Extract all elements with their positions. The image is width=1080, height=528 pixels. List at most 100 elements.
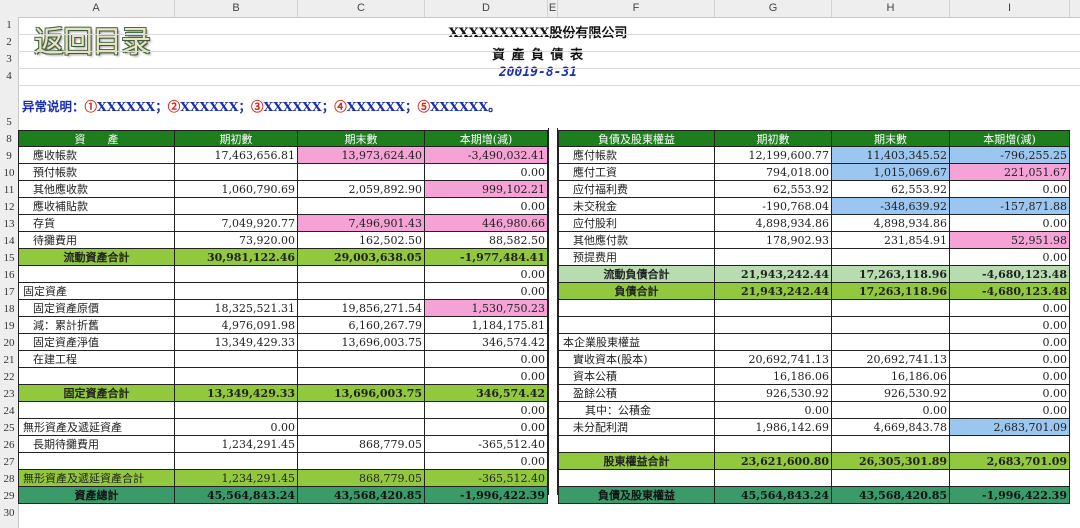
row-header-25[interactable]: 25	[0, 420, 18, 437]
right-row-1-value-3[interactable]: 221,051.67	[950, 164, 1070, 181]
right-row-20-label[interactable]: 負債及股東權益	[558, 487, 715, 504]
right-row-20-value-2[interactable]: 43,568,420.85	[832, 487, 950, 504]
left-row-1-value-3[interactable]: 0.00	[425, 164, 548, 181]
left-row-8-value-1[interactable]	[175, 283, 298, 300]
left-row-9-label[interactable]: 固定資產原價	[18, 300, 175, 317]
right-row-6-label[interactable]: 预提费用	[558, 249, 715, 266]
column-header-H[interactable]: H	[832, 0, 950, 17]
left-row-6-label[interactable]: 流動資產合計	[18, 249, 175, 266]
right-row-12-value-2[interactable]: 20,692,741.13	[832, 351, 950, 368]
right-row-15-value-2[interactable]: 0.00	[832, 402, 950, 419]
right-row-2-label[interactable]: 应付福利费	[558, 181, 715, 198]
row-header-4[interactable]: 4	[0, 68, 18, 85]
right-row-18-value-3[interactable]: 2,683,701.09	[950, 453, 1070, 470]
right-row-5-label[interactable]: 其他應付款	[558, 232, 715, 249]
left-row-19-value-3[interactable]: -365,512.40	[425, 470, 548, 487]
left-row-8-value-2[interactable]	[298, 283, 425, 300]
right-row-8-value-2[interactable]: 17,263,118.96	[832, 283, 950, 300]
left-row-6-value-3[interactable]: -1,977,484.41	[425, 249, 548, 266]
right-row-19-value-3[interactable]	[950, 470, 1070, 487]
right-row-16-label[interactable]: 未分配利潤	[558, 419, 715, 436]
back-to-index-link[interactable]: 返回目录	[34, 17, 151, 61]
left-row-0-value-3[interactable]: -3,490,032.41	[425, 147, 548, 164]
left-row-5-label[interactable]: 待攤費用	[18, 232, 175, 249]
left-row-4-label[interactable]: 存貨	[18, 215, 175, 232]
right-row-13-value-3[interactable]: 0.00	[950, 368, 1070, 385]
left-row-16-value-1[interactable]: 0.00	[175, 419, 298, 436]
right-row-11-value-2[interactable]	[832, 334, 950, 351]
row-header-15[interactable]: 15	[0, 250, 18, 267]
right-row-3-value-1[interactable]: -190,768.04	[715, 198, 832, 215]
left-row-9-value-3[interactable]: 1,530,750.23	[425, 300, 548, 317]
left-row-15-value-1[interactable]	[175, 402, 298, 419]
right-row-20-value-3[interactable]: -1,996,422.39	[950, 487, 1070, 504]
row-header-23[interactable]: 23	[0, 386, 18, 403]
right-row-13-value-1[interactable]: 16,186.06	[715, 368, 832, 385]
left-row-7-label[interactable]	[18, 266, 175, 283]
row-header-24[interactable]: 24	[0, 403, 18, 420]
left-row-4-value-2[interactable]: 7,496,901.43	[298, 215, 425, 232]
left-row-0-value-2[interactable]: 13,973,624.40	[298, 147, 425, 164]
left-row-18-value-2[interactable]	[298, 453, 425, 470]
right-row-14-label[interactable]: 盈餘公積	[558, 385, 715, 402]
row-header-1[interactable]: 1	[0, 17, 18, 34]
left-row-12-value-1[interactable]	[175, 351, 298, 368]
right-row-12-label[interactable]: 實收資本(股本)	[558, 351, 715, 368]
right-row-9-value-1[interactable]	[715, 300, 832, 317]
right-row-18-label[interactable]: 股東權益合計	[558, 453, 715, 470]
row-header-2[interactable]: 2	[0, 34, 18, 51]
row-header-17[interactable]: 17	[0, 284, 18, 301]
left-row-6-value-1[interactable]: 30,981,122.46	[175, 249, 298, 266]
row-header-20[interactable]: 20	[0, 335, 18, 352]
right-row-3-value-3[interactable]: -157,871.88	[950, 198, 1070, 215]
right-row-7-label[interactable]: 流動負債合計	[558, 266, 715, 283]
right-row-12-value-1[interactable]: 20,692,741.13	[715, 351, 832, 368]
left-row-20-value-3[interactable]: -1,996,422.39	[425, 487, 548, 504]
row-header-12[interactable]: 12	[0, 199, 18, 216]
right-row-3-label[interactable]: 未交稅金	[558, 198, 715, 215]
row-header-10[interactable]: 10	[0, 165, 18, 182]
right-row-10-label[interactable]	[558, 317, 715, 334]
right-row-6-value-1[interactable]	[715, 249, 832, 266]
column-header-D[interactable]: D	[425, 0, 548, 17]
right-row-0-value-2[interactable]: 11,403,345.52	[832, 147, 950, 164]
row-header-14[interactable]: 14	[0, 233, 18, 250]
left-row-0-value-1[interactable]: 17,463,656.81	[175, 147, 298, 164]
left-row-16-value-2[interactable]	[298, 419, 425, 436]
left-row-1-value-2[interactable]	[298, 164, 425, 181]
left-row-4-value-1[interactable]: 7,049,920.77	[175, 215, 298, 232]
left-row-4-value-3[interactable]: 446,980.66	[425, 215, 548, 232]
left-row-16-value-3[interactable]: 0.00	[425, 419, 548, 436]
left-row-9-value-1[interactable]: 18,325,521.31	[175, 300, 298, 317]
right-row-14-value-1[interactable]: 926,530.92	[715, 385, 832, 402]
right-row-2-value-2[interactable]: 62,553.92	[832, 181, 950, 198]
right-row-2-value-1[interactable]: 62,553.92	[715, 181, 832, 198]
left-row-11-value-2[interactable]: 13,696,003.75	[298, 334, 425, 351]
left-row-17-value-3[interactable]: -365,512.40	[425, 436, 548, 453]
left-row-19-value-2[interactable]: 868,779.05	[298, 470, 425, 487]
left-row-3-value-2[interactable]	[298, 198, 425, 215]
left-row-6-value-2[interactable]: 29,003,638.05	[298, 249, 425, 266]
left-row-14-label[interactable]: 固定資產合計	[18, 385, 175, 402]
right-row-11-label[interactable]: 本企業股東權益	[558, 334, 715, 351]
column-header-I[interactable]: I	[950, 0, 1070, 17]
right-row-14-value-3[interactable]: 0.00	[950, 385, 1070, 402]
right-row-1-label[interactable]: 應付工資	[558, 164, 715, 181]
column-header-A[interactable]: A	[18, 0, 175, 17]
row-header-9[interactable]: 9	[0, 148, 18, 165]
right-row-18-value-1[interactable]: 23,621,600.80	[715, 453, 832, 470]
right-row-4-value-1[interactable]: 4,898,934.86	[715, 215, 832, 232]
right-row-5-value-2[interactable]: 231,854.91	[832, 232, 950, 249]
left-row-7-value-1[interactable]	[175, 266, 298, 283]
right-row-17-label[interactable]	[558, 436, 715, 453]
right-row-13-label[interactable]: 資本公積	[558, 368, 715, 385]
right-row-5-value-3[interactable]: 52,951.98	[950, 232, 1070, 249]
left-row-10-value-1[interactable]: 4,976,091.98	[175, 317, 298, 334]
left-row-13-value-1[interactable]	[175, 368, 298, 385]
left-row-11-label[interactable]: 固定資產淨值	[18, 334, 175, 351]
right-row-7-value-3[interactable]: -4,680,123.48	[950, 266, 1070, 283]
right-row-15-label[interactable]: 其中：公積金	[558, 402, 715, 419]
right-row-10-value-3[interactable]: 0.00	[950, 317, 1070, 334]
row-header-16[interactable]: 16	[0, 267, 18, 284]
left-row-17-label[interactable]: 長期待攤費用	[18, 436, 175, 453]
